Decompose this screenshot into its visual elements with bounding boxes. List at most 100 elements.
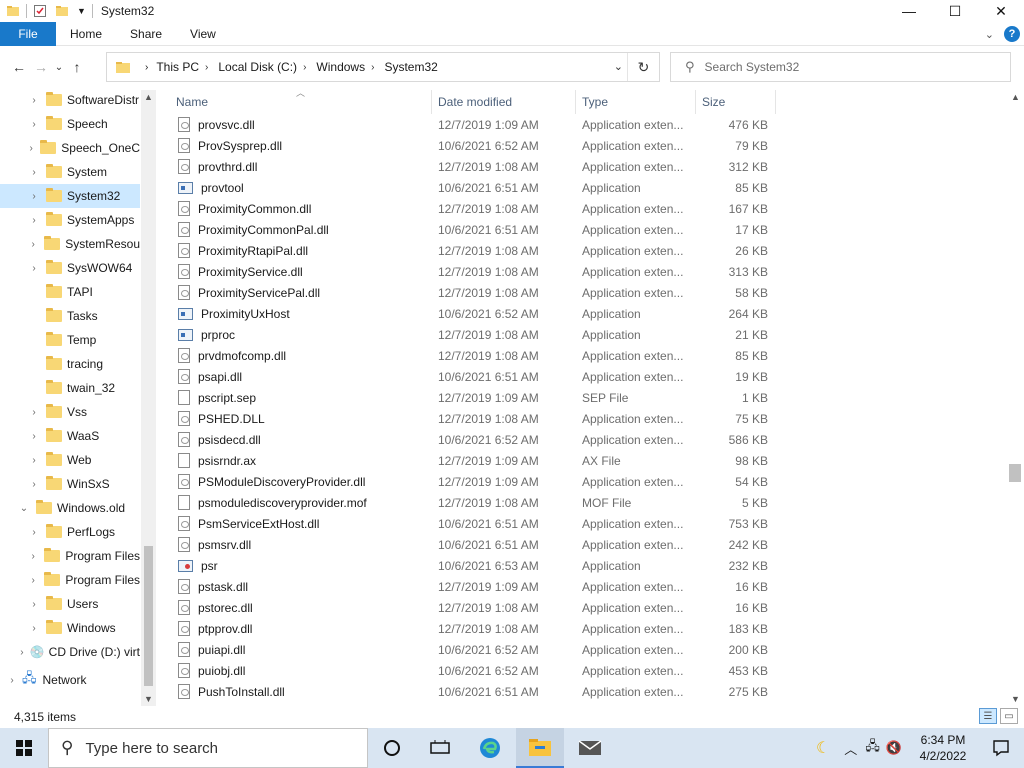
tab-share[interactable]: Share xyxy=(116,22,176,46)
tab-home[interactable]: Home xyxy=(56,22,116,46)
file-row[interactable]: puiobj.dll 10/6/2021 6:52 AM Application e… xyxy=(170,660,776,681)
scroll-down-icon[interactable]: ▼ xyxy=(144,694,153,704)
search-box[interactable]: ⚲ Search System32 xyxy=(670,52,1011,82)
chevron-right-icon[interactable]: › xyxy=(205,62,208,73)
file-row[interactable]: PsmServiceExtHost.dll 10/6/2021 6:51 AM Ap… xyxy=(170,513,776,534)
maximize-button[interactable]: ☐ xyxy=(932,0,978,22)
file-row[interactable]: puiapi.dll 10/6/2021 6:52 AM Application e… xyxy=(170,639,776,660)
chevron-right-icon[interactable]: › xyxy=(28,215,40,226)
file-row[interactable]: pstask.dll 12/7/2019 1:09 AM Application e… xyxy=(170,576,776,597)
column-header-size[interactable]: Size xyxy=(696,90,776,114)
chevron-right-icon[interactable]: › xyxy=(28,407,40,418)
chevron-right-icon[interactable]: › xyxy=(28,119,40,130)
file-row[interactable]: psapi.dll 10/6/2021 6:51 AM Application ex… xyxy=(170,366,776,387)
clock[interactable]: 6:34 PM 4/2/2022 xyxy=(908,732,978,764)
tree-item[interactable]: tracing xyxy=(0,352,140,376)
up-button[interactable]: ↑ xyxy=(66,56,88,78)
start-button[interactable] xyxy=(0,728,48,768)
file-row[interactable]: provthrd.dll 12/7/2019 1:08 AM Application… xyxy=(170,156,776,177)
file-row[interactable]: psr 10/6/2021 6:53 AM Application 232 KB xyxy=(170,555,776,576)
large-icons-view-button[interactable]: ▭ xyxy=(1000,708,1018,724)
details-view-button[interactable]: ☰ xyxy=(979,708,997,724)
tree-item[interactable]: › SystemApps xyxy=(0,208,140,232)
file-row[interactable]: ProximityServicePal.dll 12/7/2019 1:08 AM… xyxy=(170,282,776,303)
customize-toolbar-icon[interactable]: ▼ xyxy=(77,6,86,16)
tree-item[interactable]: Temp xyxy=(0,328,140,352)
tab-view[interactable]: View xyxy=(176,22,230,46)
file-row[interactable]: ProximityUxHost 10/6/2021 6:52 AM Applicat… xyxy=(170,303,776,324)
file-row[interactable]: psisrndr.ax 12/7/2019 1:09 AM AX File 98 KB xyxy=(170,450,776,471)
chevron-right-icon[interactable]: › xyxy=(28,143,34,154)
forward-button[interactable]: → xyxy=(30,56,52,78)
column-header-type[interactable]: Type xyxy=(576,90,696,114)
chevron-right-icon[interactable]: › xyxy=(28,551,38,562)
chevron-right-icon[interactable]: › xyxy=(18,647,26,658)
scrollbar-thumb[interactable] xyxy=(144,546,153,686)
file-list-scrollbar[interactable]: ▲ ▼ xyxy=(1007,90,1024,706)
column-header-name[interactable]: Name ︿ xyxy=(170,90,432,114)
tree-item[interactable]: › System32 xyxy=(0,184,140,208)
tree-item[interactable]: › SysWOW64 xyxy=(0,256,140,280)
file-row[interactable]: PSHED.DLL 12/7/2019 1:08 AM Application ex… xyxy=(170,408,776,429)
column-header-date[interactable]: Date modified xyxy=(432,90,576,114)
file-row[interactable]: pscript.sep 12/7/2019 1:09 AM SEP File 1 KB xyxy=(170,387,776,408)
chevron-right-icon[interactable]: › xyxy=(28,431,40,442)
chevron-right-icon[interactable]: › xyxy=(28,167,40,178)
breadcrumb-system32[interactable]: System32 xyxy=(384,60,437,74)
tree-item[interactable]: › Speech_OneC xyxy=(0,136,140,160)
scroll-down-icon[interactable]: ▼ xyxy=(1011,694,1020,704)
tree-item[interactable]: › 🖧 Network xyxy=(0,668,140,692)
chevron-right-icon[interactable]: › xyxy=(28,527,40,538)
tree-item[interactable]: › Speech xyxy=(0,112,140,136)
file-row[interactable]: ProvSysprep.dll 10/6/2021 6:52 AM Applicat… xyxy=(170,135,776,156)
expand-ribbon-icon[interactable]: ⌄ xyxy=(985,28,994,41)
scroll-up-icon[interactable]: ▲ xyxy=(1011,92,1020,102)
file-row[interactable]: prvdmofcomp.dll 12/7/2019 1:08 AM Applicat… xyxy=(170,345,776,366)
file-row[interactable]: pstorec.dll 12/7/2019 1:08 AM Application … xyxy=(170,597,776,618)
chevron-right-icon[interactable]: › xyxy=(28,191,40,202)
network-icon[interactable]: 🖧 xyxy=(865,737,880,759)
chevron-right-icon[interactable]: › xyxy=(28,479,40,490)
taskbar-search-box[interactable]: ⚲ Type here to search xyxy=(48,728,368,768)
file-row[interactable]: PSModuleDiscoveryProvider.dll 12/7/2019 1… xyxy=(170,471,776,492)
volume-muted-icon[interactable]: 🔇 xyxy=(886,740,902,756)
breadcrumb-windows[interactable]: Windows › xyxy=(316,60,380,74)
file-row[interactable]: psisdecd.dll 10/6/2021 6:52 AM Application… xyxy=(170,429,776,450)
task-view-button[interactable] xyxy=(368,728,416,768)
recent-locations-button[interactable]: ⌄ xyxy=(52,56,66,78)
file-row[interactable]: psmsrv.dll 10/6/2021 6:51 AM Application e… xyxy=(170,534,776,555)
tab-file[interactable]: File xyxy=(0,21,56,46)
tree-item[interactable]: twain_32 xyxy=(0,376,140,400)
file-row[interactable]: provtool 10/6/2021 6:51 AM Application 85 K… xyxy=(170,177,776,198)
show-hidden-icons-icon[interactable]: ︿ xyxy=(844,739,857,758)
tree-item[interactable]: › Web xyxy=(0,448,140,472)
new-folder-icon[interactable] xyxy=(55,4,69,18)
tree-item[interactable]: TAPI xyxy=(0,280,140,304)
breadcrumb-separator-icon[interactable]: › xyxy=(145,62,148,73)
file-row[interactable]: ProximityRtapiPal.dll 12/7/2019 1:08 AM Ap… xyxy=(170,240,776,261)
chevron-right-icon[interactable]: › xyxy=(28,239,38,250)
tree-item[interactable]: › Vss xyxy=(0,400,140,424)
address-bar[interactable]: › This PC › Local Disk (C:) › Windows › Sys… xyxy=(106,52,660,82)
tree-item[interactable]: › Windows xyxy=(0,616,140,640)
tree-item[interactable]: › 💿 CD Drive (D:) virt xyxy=(0,640,140,664)
tree-item[interactable]: › System xyxy=(0,160,140,184)
file-row[interactable]: provsvc.dll 12/7/2019 1:09 AM Application … xyxy=(170,114,776,135)
scroll-up-icon[interactable]: ▲ xyxy=(144,92,153,102)
tree-item[interactable]: › SystemResou xyxy=(0,232,140,256)
scrollbar-thumb[interactable] xyxy=(1009,464,1021,482)
mail-taskbar-button[interactable] xyxy=(566,728,614,768)
breadcrumb-this-pc[interactable]: This PC › xyxy=(156,60,214,74)
tree-item[interactable]: ⌄ Windows.old xyxy=(0,496,140,520)
tree-item[interactable]: › WaaS xyxy=(0,424,140,448)
weather-icon[interactable]: ☾ xyxy=(816,738,830,758)
chevron-right-icon[interactable]: › xyxy=(28,575,38,586)
address-dropdown-icon[interactable]: ⌄ xyxy=(614,60,623,73)
minimize-button[interactable]: — xyxy=(886,0,932,22)
chevron-right-icon[interactable]: › xyxy=(28,455,40,466)
file-row[interactable]: PushToInstall.dll 10/6/2021 6:51 AM Applic… xyxy=(170,681,776,702)
close-button[interactable]: ✕ xyxy=(978,0,1024,22)
back-button[interactable]: ← xyxy=(8,56,30,78)
chevron-right-icon[interactable]: › xyxy=(28,623,40,634)
refresh-button[interactable]: ↻ xyxy=(627,53,659,81)
